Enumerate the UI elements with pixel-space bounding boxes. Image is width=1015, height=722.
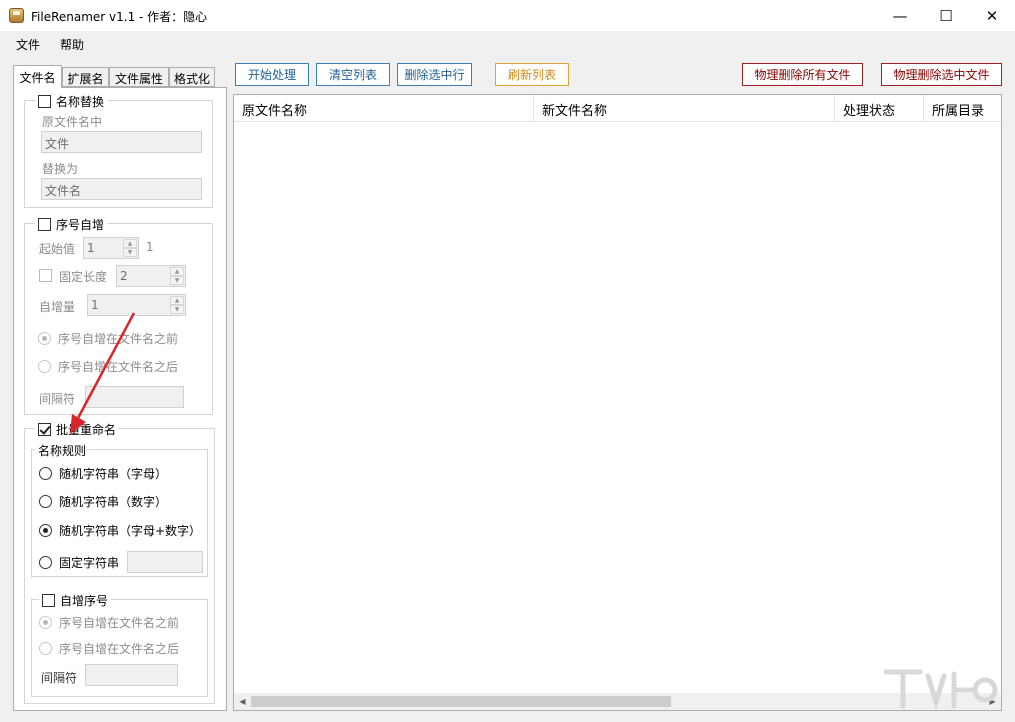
- name-replace-legend: 名称替换: [35, 93, 108, 110]
- rule-letters-option[interactable]: 随机字符串（字母）: [39, 465, 167, 481]
- close-button[interactable]: ✕: [969, 0, 1015, 31]
- name-replace-title: 名称替换: [56, 95, 105, 109]
- seq-increment-checkbox[interactable]: [38, 218, 51, 231]
- auto-seq-after-label: 序号自增在文件名之后: [59, 641, 180, 656]
- separator-label: 间隔符: [39, 392, 76, 406]
- auto-seq-after-option[interactable]: 序号自增在文件名之后: [39, 640, 179, 656]
- seq-increment-group: 序号自增 起始值 1 ▲ ▼ 1 固定长度 2 ▲ ▼ 自增量 1 ▲ ▼ 序号…: [24, 216, 213, 415]
- menu-help[interactable]: 帮助: [60, 36, 84, 53]
- seq-increment-title: 序号自增: [56, 218, 105, 232]
- auto-seq-group: 自增序号 序号自增在文件名之前 序号自增在文件名之后 间隔符: [31, 592, 208, 697]
- spin-down-icon[interactable]: ▼: [123, 248, 137, 257]
- seq-after-option[interactable]: 序号自增在文件名之后: [38, 358, 178, 374]
- rule-fixed-radio[interactable]: [39, 555, 52, 569]
- auto-seq-separator-label: 间隔符: [41, 671, 78, 685]
- batch-rename-checkbox[interactable]: [38, 423, 51, 436]
- step-text: 1: [91, 298, 99, 312]
- minimize-button[interactable]: —: [877, 0, 923, 31]
- column-header-status[interactable]: 处理状态: [835, 95, 924, 122]
- seq-after-label: 序号自增在文件名之后: [58, 359, 179, 374]
- name-replace-checkbox[interactable]: [38, 95, 51, 108]
- rule-mixed-option[interactable]: 随机字符串（字母+数字）: [39, 522, 201, 538]
- find-input[interactable]: 文件: [41, 131, 202, 153]
- seq-before-radio[interactable]: [38, 331, 51, 345]
- title-bar: FileRenamer v1.1 - 作者：隐心 — ☐ ✕: [0, 0, 1015, 31]
- column-header-directory[interactable]: 所属目录: [924, 95, 1001, 122]
- separator-input[interactable]: [85, 386, 184, 408]
- rule-fixed-option[interactable]: 固定字符串: [39, 554, 119, 570]
- scrollbar-thumb[interactable]: [251, 696, 671, 707]
- physical-delete-all-button[interactable]: 物理删除所有文件: [742, 63, 863, 86]
- rule-mixed-radio[interactable]: [39, 523, 52, 537]
- fixed-length-label: 固定长度: [59, 270, 108, 284]
- menu-bar: 文件 帮助: [0, 31, 1015, 56]
- physical-delete-selected-button[interactable]: 物理删除选中文件: [881, 63, 1002, 86]
- fixed-length-checkbox[interactable]: [39, 269, 52, 282]
- batch-rename-group: 批量重命名 名称规则 随机字符串（字母） 随机字符串（数字） 随机字符串（字母+…: [24, 421, 215, 704]
- tab-filename[interactable]: 文件名: [13, 65, 62, 88]
- start-value-text: 1: [87, 241, 95, 255]
- replace-input[interactable]: 文件名: [41, 178, 202, 200]
- start-value-label: 起始值: [39, 242, 76, 256]
- step-spinner[interactable]: 1 ▲ ▼: [87, 294, 186, 316]
- rule-mixed-label: 随机字符串（字母+数字）: [59, 523, 202, 538]
- file-list-grid[interactable]: 原文件名称 新文件名称 处理状态 所属目录 ◀ ▶: [233, 94, 1002, 711]
- app-icon: [9, 8, 24, 23]
- find-label: 原文件名中: [42, 115, 103, 129]
- spin-down-icon[interactable]: ▼: [170, 276, 184, 285]
- tab-format[interactable]: 格式化: [169, 67, 215, 87]
- watermark-logo: [883, 669, 998, 711]
- auto-seq-separator-input[interactable]: [85, 664, 178, 686]
- rule-digits-option[interactable]: 随机字符串（数字）: [39, 493, 167, 509]
- clear-list-button[interactable]: 清空列表: [316, 63, 390, 86]
- menu-file[interactable]: 文件: [16, 36, 40, 53]
- spin-up-icon[interactable]: ▲: [123, 239, 137, 248]
- auto-seq-before-radio[interactable]: [39, 615, 52, 629]
- replace-label: 替换为: [42, 162, 79, 176]
- spin-up-icon[interactable]: ▲: [170, 267, 184, 276]
- rule-digits-label: 随机字符串（数字）: [59, 494, 168, 509]
- start-value-suffix: 1: [146, 240, 154, 254]
- batch-rename-legend: 批量重命名: [35, 421, 120, 438]
- fixed-length-spinner[interactable]: 2 ▲ ▼: [116, 265, 186, 287]
- batch-rename-title: 批量重命名: [56, 423, 117, 437]
- name-rule-title: 名称规则: [35, 442, 90, 459]
- step-label: 自增量: [39, 300, 76, 314]
- auto-seq-checkbox[interactable]: [42, 594, 55, 607]
- auto-seq-after-radio[interactable]: [39, 641, 52, 655]
- maximize-button[interactable]: ☐: [923, 0, 969, 31]
- start-processing-button[interactable]: 开始处理: [235, 63, 309, 86]
- rule-fixed-label: 固定字符串: [59, 555, 120, 570]
- seq-before-option[interactable]: 序号自增在文件名之前: [38, 330, 178, 346]
- rule-letters-radio[interactable]: [39, 466, 52, 480]
- spin-down-icon[interactable]: ▼: [170, 305, 184, 314]
- tab-file-attributes[interactable]: 文件属性: [109, 67, 169, 87]
- refresh-list-button[interactable]: 刷新列表: [495, 63, 569, 86]
- rule-digits-radio[interactable]: [39, 494, 52, 508]
- tab-extension[interactable]: 扩展名: [62, 67, 109, 87]
- delete-selected-row-button[interactable]: 删除选中行: [397, 63, 472, 86]
- spin-up-icon[interactable]: ▲: [170, 296, 184, 305]
- scroll-left-icon[interactable]: ◀: [234, 693, 251, 710]
- filename-tab-panel: 名称替换 原文件名中 文件 替换为 文件名 序号自增 起始值 1 ▲ ▼ 1 固…: [13, 87, 227, 711]
- seq-after-radio[interactable]: [38, 359, 51, 373]
- window-title: FileRenamer v1.1 - 作者：隐心: [31, 10, 208, 24]
- rule-letters-label: 随机字符串（字母）: [59, 466, 168, 481]
- fixed-string-input[interactable]: [127, 551, 203, 573]
- auto-seq-before-label: 序号自增在文件名之前: [59, 615, 180, 630]
- auto-seq-before-option[interactable]: 序号自增在文件名之前: [39, 614, 179, 630]
- auto-seq-title: 自增序号: [60, 594, 109, 608]
- fixed-length-text: 2: [120, 269, 128, 283]
- name-rule-group: 名称规则 随机字符串（字母） 随机字符串（数字） 随机字符串（字母+数字） 固定…: [31, 442, 208, 577]
- start-value-spinner[interactable]: 1 ▲ ▼: [83, 237, 139, 259]
- seq-increment-legend: 序号自增: [35, 216, 108, 233]
- auto-seq-legend: 自增序号: [39, 592, 112, 609]
- seq-before-label: 序号自增在文件名之前: [58, 331, 179, 346]
- column-header-new-name[interactable]: 新文件名称: [534, 95, 835, 122]
- name-replace-group: 名称替换 原文件名中 文件 替换为 文件名: [24, 93, 213, 208]
- column-header-original-name[interactable]: 原文件名称: [234, 95, 534, 122]
